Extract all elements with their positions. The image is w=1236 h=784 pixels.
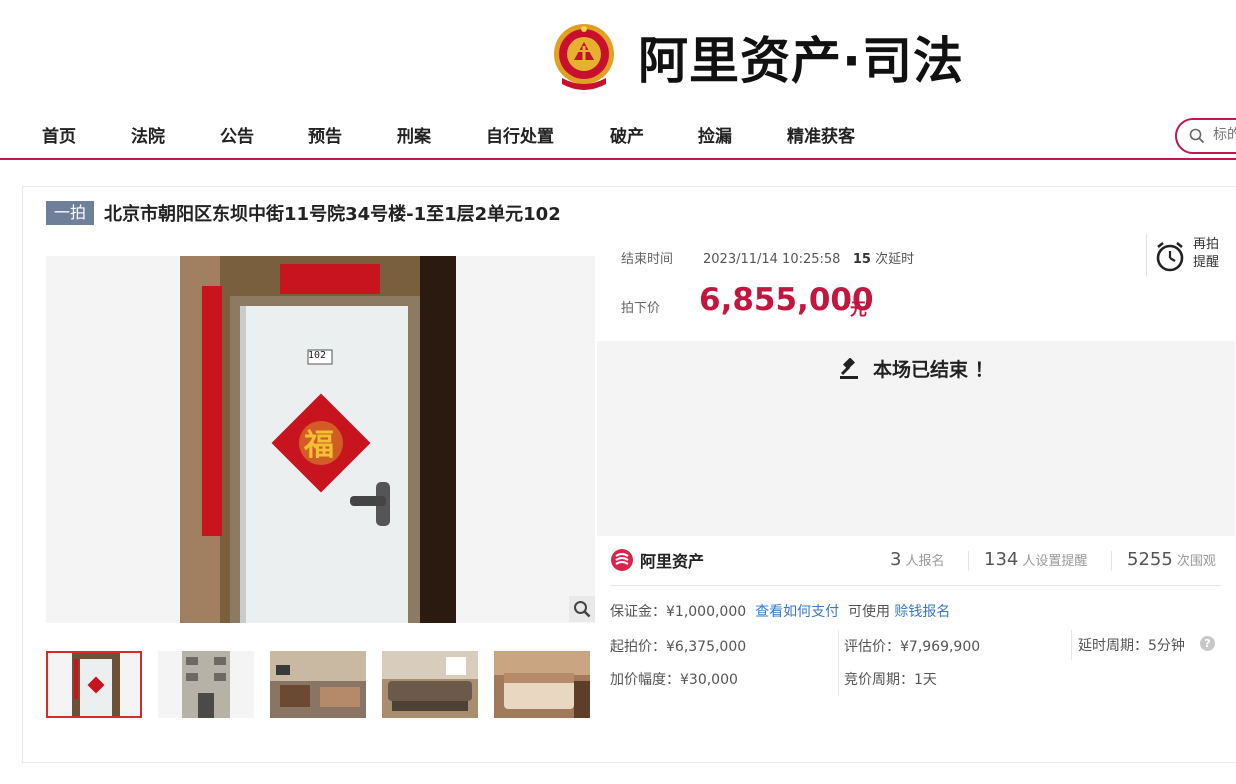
thumbnail-building-image [158, 651, 254, 718]
nav-bankruptcy[interactable]: 破产 [610, 122, 644, 147]
nav-criminal[interactable]: 刑案 [397, 122, 431, 147]
reminders-stat: 134 人设置提醒 [984, 549, 1087, 570]
delay-count: 15 [852, 252, 871, 267]
auction-status-box: 本场已结束 ！ [597, 341, 1235, 536]
nav-home[interactable]: 首页 [42, 122, 76, 147]
alibaba-assets-logo: 阿里资产 [610, 548, 704, 572]
registrants-stat: 3 人报名 [890, 549, 944, 570]
remind-label: 再拍提醒 [1193, 237, 1220, 270]
main-nav: 首页 法院 公告 预告 刑案 自行处置 破产 捡漏 精准获客 [0, 110, 1236, 160]
main-photo[interactable]: 102 福 [46, 256, 595, 623]
thumbnail-3[interactable] [270, 651, 366, 718]
zoom-button[interactable] [569, 596, 595, 622]
magnifier-icon [574, 601, 591, 618]
court-emblem-icon [554, 24, 614, 90]
delay-suffix: 次延时 [875, 252, 915, 267]
brand-logo[interactable]: 阿里资产·司法 [552, 18, 964, 96]
stats-divider [610, 585, 1221, 586]
end-time-label: 结束时间 [621, 252, 674, 267]
search-icon [1189, 128, 1205, 144]
auction-status: 本场已结束 ！ [597, 355, 1235, 382]
search-box[interactable] [1175, 118, 1236, 154]
reminders-count: 134 [984, 549, 1019, 570]
fu-character: 福 [304, 428, 334, 463]
how-to-pay-link[interactable]: 查看如何支付 [755, 604, 839, 620]
auction-status-text: 本场已结束 ！ [873, 359, 994, 381]
end-time-value: 2023/11/14 10:25:58 15 次延时 [703, 248, 914, 267]
detail-divider [838, 630, 839, 696]
stat-divider [1111, 551, 1112, 571]
nav-notice[interactable]: 公告 [220, 122, 254, 147]
gavel-icon [840, 356, 859, 379]
price-unit: 元 [850, 300, 867, 320]
registrants-label: 人报名 [905, 554, 945, 569]
nav-bargain[interactable]: 捡漏 [698, 122, 732, 147]
nav-precise-customers[interactable]: 精准获客 [787, 122, 855, 147]
remind-button[interactable]: 再拍提醒 [1146, 234, 1227, 276]
delay-period: 延时周期：5分钟 [1078, 638, 1185, 654]
reminders-label: 人设置提醒 [1022, 554, 1088, 569]
bid-increment: 加价幅度：¥30,000 [610, 672, 738, 688]
views-label: 次围观 [1176, 554, 1216, 569]
end-time-text: 2023/11/14 10:25:58 [703, 252, 841, 267]
final-price: 6,855,000 [699, 282, 874, 318]
registrants-count: 3 [890, 549, 902, 570]
thumbnail-living-room-image [270, 651, 366, 718]
thumbnail-bedroom-image [494, 651, 590, 718]
thumbnail-1[interactable] [46, 651, 142, 718]
thumbnail-4[interactable] [382, 651, 478, 718]
thumbnail-2[interactable] [158, 651, 254, 718]
auction-title-row: 一拍 北京市朝阳区东坝中街11号院34号楼-1至1层2单元102 [46, 200, 561, 226]
deposit: 保证金：¥1,000,000 [610, 604, 747, 620]
auction-round-badge: 一拍 [46, 201, 95, 225]
thumbnail-door-image [48, 653, 140, 716]
thumbnail-5[interactable] [494, 651, 590, 718]
auction-title: 北京市朝阳区东坝中街11号院34号楼-1至1层2单元102 [104, 204, 561, 225]
alibaba-logo-icon [611, 549, 633, 571]
deposit-row: 保证金：¥1,000,000 查看如何支付 可使用 赊钱报名 [610, 601, 950, 621]
detail-divider [1071, 630, 1072, 660]
search-input[interactable] [1211, 126, 1236, 144]
nav-court[interactable]: 法院 [131, 122, 165, 147]
final-price-label: 拍下价 [621, 301, 661, 316]
brand-title: 阿里资产·司法 [638, 32, 964, 90]
alarm-clock-icon [1156, 241, 1184, 272]
nav-preview[interactable]: 预告 [308, 122, 342, 147]
door-number: 102 [308, 350, 327, 361]
help-icon[interactable]: ? [1200, 636, 1215, 651]
stat-divider [968, 551, 969, 571]
thumbnail-sofa-image [382, 651, 478, 718]
credit-signup-link[interactable]: 赊钱报名 [894, 604, 950, 620]
bid-period: 竞价周期：1天 [844, 672, 937, 688]
can-use-text: 可使用 [847, 604, 890, 620]
eval-price: 评估价：¥7,969,900 [844, 639, 981, 655]
views-count: 5255 [1127, 549, 1173, 570]
alibaba-logo-text: 阿里资产 [640, 552, 705, 571]
views-stat: 5255 次围观 [1127, 549, 1216, 570]
start-price: 起拍价：¥6,375,000 [610, 639, 747, 655]
nav-self-disposal[interactable]: 自行处置 [486, 122, 554, 147]
